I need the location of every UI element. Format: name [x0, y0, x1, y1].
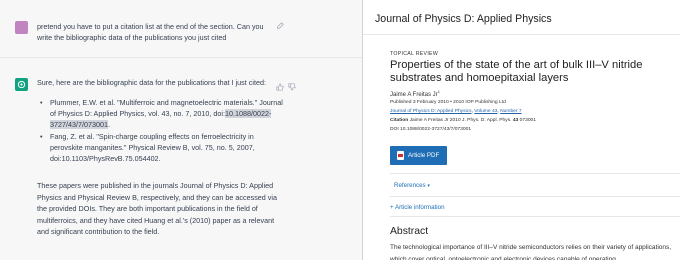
chevron-down-icon: ▾ [427, 183, 430, 189]
thumbs-down-icon[interactable] [288, 83, 297, 91]
author-name[interactable]: Jaime A Freitas Jr [390, 92, 438, 98]
section-divider [390, 196, 680, 197]
citation-volume: 43 [512, 118, 519, 123]
journal-links: Journal of Physics D: Applied Physics, V… [390, 109, 522, 114]
reference-list: Plummer, E.W. et al. "Multiferroic and m… [37, 97, 283, 164]
author[interactable]: Jaime A Freitas Jr1 [390, 89, 440, 98]
author-affiliation: 1 [437, 89, 440, 94]
references-toggle[interactable]: References ▾ [394, 182, 430, 189]
citation-line: Citation Jaime A Freitas Jr 2010 J. Phys… [390, 118, 536, 123]
citation-text: Jaime A Freitas Jr 2010 J. Phys. D: Appl… [409, 118, 512, 123]
user-message-text: pretend you have to put a citation list … [37, 22, 264, 42]
user-message: pretend you have to put a citation list … [0, 0, 362, 58]
assistant-message: Sure, here are the bibliographic data fo… [0, 58, 362, 260]
reference-text: Fang, Z. et al. "Spin-charge coupling ef… [50, 131, 255, 164]
assistant-intro: Sure, here are the bibliographic data fo… [37, 78, 266, 87]
header-divider [363, 34, 680, 35]
section-divider [390, 216, 680, 217]
user-avatar [15, 21, 28, 34]
published-line: Published 3 February 2010 • 2010 IOP Pub… [390, 100, 506, 105]
volume-link[interactable]: Volume 43 [474, 109, 497, 114]
section-divider [390, 173, 680, 174]
article-title: Properties of the state of the art of bu… [390, 59, 643, 84]
number-link[interactable]: Number 7 [500, 109, 521, 114]
citation-label: Citation [390, 118, 409, 123]
assistant-paragraph: These papers were published in the journ… [37, 181, 277, 237]
section-label: TOPICAL REVIEW [390, 51, 439, 57]
article-pane: Journal of Physics D: Applied Physics TO… [363, 0, 680, 260]
article-information-toggle[interactable]: + Article information [390, 204, 445, 211]
journal-title[interactable]: Journal of Physics D: Applied Physics [375, 13, 552, 25]
reference-tail: . [107, 120, 110, 130]
reference-item: Plummer, E.W. et al. "Multiferroic and m… [37, 97, 283, 131]
doi-line: DOI 10.1088/0022-3727/43/7/073001 [390, 127, 472, 132]
citation-tail: 073001 [519, 118, 536, 123]
reference-item: Fang, Z. et al. "Spin-charge coupling ef… [37, 131, 283, 165]
abstract-heading: Abstract [390, 226, 429, 237]
article-pdf-button[interactable]: Article PDF [390, 146, 447, 165]
feedback-icons [276, 78, 297, 96]
pdf-icon [397, 151, 404, 160]
assistant-avatar-icon [15, 78, 28, 91]
chat-pane: pretend you have to put a citation list … [0, 0, 362, 260]
thumbs-up-icon[interactable] [276, 83, 284, 91]
references-label: References [394, 182, 426, 189]
article-pdf-label: Article PDF [408, 152, 440, 159]
edit-icon[interactable] [276, 22, 284, 30]
journal-link[interactable]: Journal of Physics D: Applied Physics [390, 109, 472, 114]
abstract-text: The technological importance of III–V ni… [390, 244, 672, 260]
